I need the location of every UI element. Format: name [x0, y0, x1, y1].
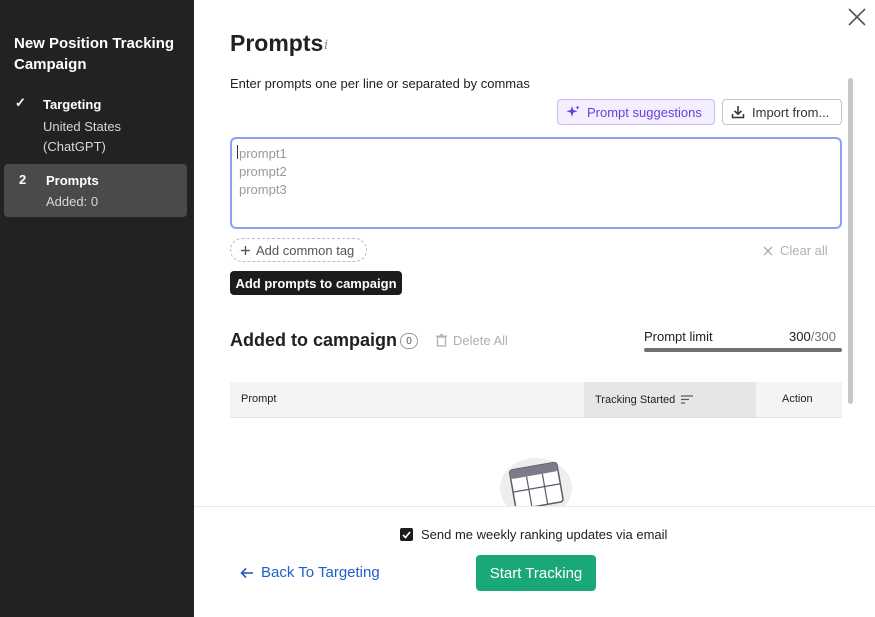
prompts-textarea[interactable]: prompt1 prompt2 prompt3: [230, 137, 842, 229]
prompt-limit-value: 300/300: [789, 329, 836, 344]
prompt-limit-label: Prompt limit: [644, 329, 713, 344]
weekly-updates-checkbox[interactable]: [400, 528, 413, 541]
column-tracking-started[interactable]: Tracking Started: [584, 382, 756, 417]
add-common-tag-button[interactable]: Add common tag: [230, 238, 367, 262]
campaign-title: New Position Tracking Campaign: [14, 35, 175, 73]
step-label: Prompts: [46, 173, 99, 188]
import-from-button[interactable]: Import from...: [722, 99, 842, 125]
checkmark-icon: ✓: [15, 95, 26, 110]
step-sublabel: Added: 0: [46, 194, 99, 209]
step-sublabel: United States (ChatGPT): [43, 119, 122, 154]
empty-table-illustration: [500, 458, 572, 510]
step-number: 2: [19, 172, 27, 187]
clear-all-button[interactable]: Clear all: [763, 243, 828, 258]
prompt-limit-fill: [644, 348, 842, 352]
text-caret: [237, 145, 238, 159]
prompt-limit-bar: [644, 348, 842, 352]
x-icon: [763, 246, 773, 255]
added-count-badge: 0: [400, 333, 418, 349]
page-title: Prompts: [230, 30, 324, 56]
scrollbar[interactable]: [848, 78, 853, 404]
check-icon: [402, 530, 411, 539]
footer: Send me weekly ranking updates via email…: [194, 506, 875, 617]
delete-all-label: Delete All: [453, 333, 508, 348]
start-tracking-button[interactable]: Start Tracking: [476, 555, 596, 591]
sort-icon: [681, 395, 694, 404]
info-icon[interactable]: i: [324, 38, 328, 53]
download-icon: [731, 106, 745, 119]
column-tracking-label: Tracking Started: [595, 393, 676, 406]
delete-all-button[interactable]: Delete All: [436, 333, 508, 348]
step-prompts[interactable]: 2 Prompts Added: 0: [4, 164, 187, 217]
limit-used: 300: [789, 329, 811, 344]
back-to-targeting-link[interactable]: Back To Targeting: [240, 564, 380, 581]
sidebar: New Position Tracking Campaign ✓ Targeti…: [0, 0, 194, 617]
limit-max: /300: [810, 329, 837, 344]
weekly-updates-option[interactable]: Send me weekly ranking updates via email: [400, 527, 667, 542]
main-panel: Prompts i Enter prompts one per line or …: [194, 0, 875, 617]
arrow-left-icon: [240, 567, 253, 578]
instructions-text: Enter prompts one per line or separated …: [230, 76, 530, 91]
prompt-suggestions-label: Prompt suggestions: [587, 104, 702, 120]
column-prompt: Prompt: [241, 393, 277, 405]
step-label: Targeting: [43, 97, 102, 112]
close-button[interactable]: [846, 6, 868, 28]
import-from-label: Import from...: [752, 104, 830, 120]
added-to-campaign-title: Added to campaign: [230, 330, 398, 350]
add-common-tag-label: Add common tag: [256, 242, 355, 258]
prompt-suggestions-button[interactable]: Prompt suggestions: [557, 99, 715, 125]
close-icon: [848, 8, 866, 26]
step-targeting[interactable]: ✓ Targeting United States (ChatGPT): [0, 94, 194, 158]
column-action: Action: [782, 393, 813, 405]
add-prompts-button[interactable]: Add prompts to campaign: [230, 271, 402, 295]
clear-all-label: Clear all: [780, 243, 828, 258]
plus-icon: [241, 245, 250, 255]
back-to-targeting-label: Back To Targeting: [261, 564, 380, 581]
sparkle-icon: [566, 105, 580, 117]
trash-icon: [436, 334, 447, 347]
prompts-table-header: Prompt Tracking Started Action: [230, 382, 842, 418]
weekly-updates-label: Send me weekly ranking updates via email: [421, 527, 668, 542]
